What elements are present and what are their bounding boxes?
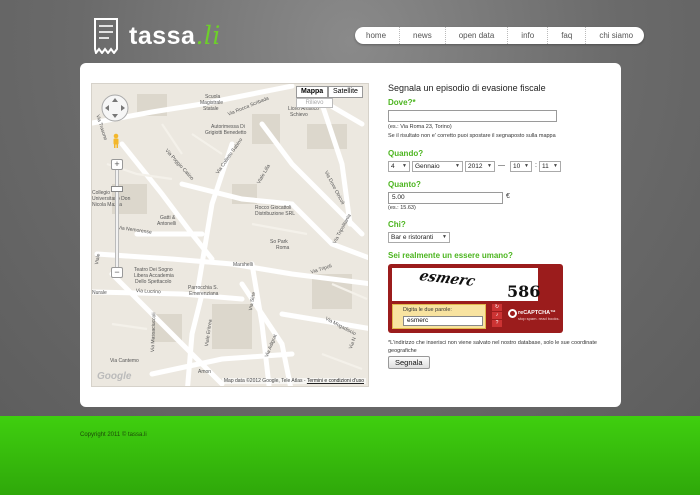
captcha-word-2: 586 [507, 282, 541, 301]
hour-select[interactable]: 10 ▼ [510, 161, 532, 172]
year-select[interactable]: 2012 ▼ [465, 161, 495, 172]
map-label: Grigiotti Benedetto [205, 130, 247, 136]
recaptcha-brand: reCAPTCHA™ stop spam. read books. [508, 306, 560, 328]
nav-chi-siamo[interactable]: chi siamo [585, 27, 644, 44]
map-label: Amon [198, 369, 212, 375]
privacy-note: *L'indirizzo che inserisci non viene sal… [388, 340, 597, 354]
day-value: 4 [391, 163, 395, 170]
nav-home[interactable]: home [355, 27, 399, 44]
pan-control-icon[interactable] [101, 94, 129, 122]
map-label: Via Cantemo [110, 358, 139, 364]
receipt-icon [94, 18, 118, 54]
zoom-slider-thumb[interactable] [111, 186, 123, 192]
form-title: Segnala un episodio di evasione fiscale [388, 83, 546, 93]
nav-news[interactable]: news [399, 27, 445, 44]
map-attribution: Map data ©2012 Google, Tele Atlas - Term… [221, 378, 366, 384]
recaptcha-widget: esmerc 586 Digita le due parole: esmerc … [388, 264, 563, 333]
zoom-slider-track[interactable] [115, 159, 119, 269]
captcha-instruction: Digita le due parole: [403, 307, 452, 313]
captcha-entry-box: Digita le due parole: esmerc [392, 304, 486, 329]
day-select[interactable]: 4 ▼ [388, 161, 410, 172]
site-logo[interactable]: tassa.li [93, 16, 221, 56]
submit-button[interactable]: Segnala [388, 356, 430, 369]
logo-wordmark: tassa.li [129, 21, 221, 51]
chevron-down-icon: ▼ [402, 163, 407, 169]
map-label: Nurale [92, 290, 107, 296]
dove-example: (es.: Via Roma 23, Torino) [388, 124, 452, 130]
map-label: Statale [203, 106, 219, 112]
nav-info[interactable]: info [507, 27, 547, 44]
map-label: Roma [276, 245, 290, 251]
footer-background [0, 416, 700, 495]
map-label: Schievo [290, 112, 308, 118]
category-select[interactable]: Bar e ristoranti ▼ [388, 232, 450, 243]
terrain-checkbox[interactable]: Rilievo [296, 98, 333, 108]
human-check-label: Sei realmente un essere umano? [388, 251, 513, 260]
amount-input[interactable]: 5.00 [388, 192, 503, 204]
captcha-buttons: ↻ ♪ ? [492, 304, 504, 329]
chevron-down-icon: ▼ [487, 163, 492, 169]
nav-open-data[interactable]: open data [444, 27, 508, 44]
month-value: Gennaio [415, 163, 440, 170]
year-value: 2012 [468, 163, 483, 170]
map-view[interactable]: Scuola Magistrale Statale Liceo Artistic… [91, 83, 369, 387]
chevron-down-icon: ▼ [442, 234, 447, 240]
zoom-out-button[interactable]: − [111, 267, 123, 278]
quanto-example: (es.: 15.63) [388, 205, 416, 211]
time-colon: : [535, 162, 537, 169]
chevron-down-icon: ▼ [455, 163, 460, 169]
zoom-in-button[interactable]: + [111, 159, 123, 170]
map-type-satellite-button[interactable]: Satellite [328, 86, 363, 98]
map-attribution-text: Map data ©2012 Google, Tele Atlas - [223, 378, 306, 384]
map-label: Antonelli [157, 221, 177, 227]
map-type-mappa-button[interactable]: Mappa [296, 86, 329, 98]
captcha-image: esmerc 586 [392, 268, 541, 301]
recaptcha-logo-icon [508, 309, 517, 318]
map-label: Emerenziana [189, 291, 219, 297]
map-label: Via Lucrino [135, 288, 161, 296]
dove-hint: Se il risultato non e' corretto puoi spo… [388, 133, 556, 139]
map-label: Distribuzione SRL [255, 211, 296, 217]
quando-label: Quando? [388, 149, 424, 158]
chi-label: Chi? [388, 220, 406, 229]
recaptcha-tagline: stop spam. read books. [518, 316, 560, 321]
logo-text: tassa [129, 22, 196, 50]
map-label: Dello Spettacolo [135, 279, 172, 285]
hour-value: 10 [513, 163, 521, 170]
help-icon[interactable]: ? [492, 320, 502, 327]
minute-value: 11 [542, 163, 549, 170]
nav-faq[interactable]: faq [547, 27, 585, 44]
minute-select[interactable]: 11 ▼ [539, 161, 561, 172]
chevron-down-icon: ▼ [553, 163, 558, 169]
dove-label: Dove?* [388, 98, 416, 107]
refresh-icon[interactable]: ↻ [492, 304, 502, 311]
google-logo: Google [97, 371, 132, 382]
quanto-label: Quanto? [388, 180, 421, 189]
address-input[interactable] [388, 110, 557, 122]
audio-icon[interactable]: ♪ [492, 312, 502, 319]
category-value: Bar e ristoranti [391, 234, 434, 241]
footer-copyright: Copyright 2011 © tassa.li [80, 432, 147, 438]
chevron-down-icon: ▼ [524, 163, 529, 169]
street-view-pegman-icon[interactable] [112, 133, 120, 149]
map-label: Marshelli [233, 262, 254, 268]
main-nav: home news open data info faq chi siamo [355, 27, 645, 44]
logo-tld: .li [195, 21, 221, 50]
captcha-word-1: esmerc [417, 268, 478, 290]
currency-symbol: € [506, 193, 510, 200]
month-select[interactable]: Gennaio ▼ [412, 161, 463, 172]
captcha-input[interactable]: esmerc [403, 316, 483, 326]
map-terms-link[interactable]: Termini e condizioni d'uso [307, 378, 364, 384]
date-time-separator: — [498, 162, 505, 169]
